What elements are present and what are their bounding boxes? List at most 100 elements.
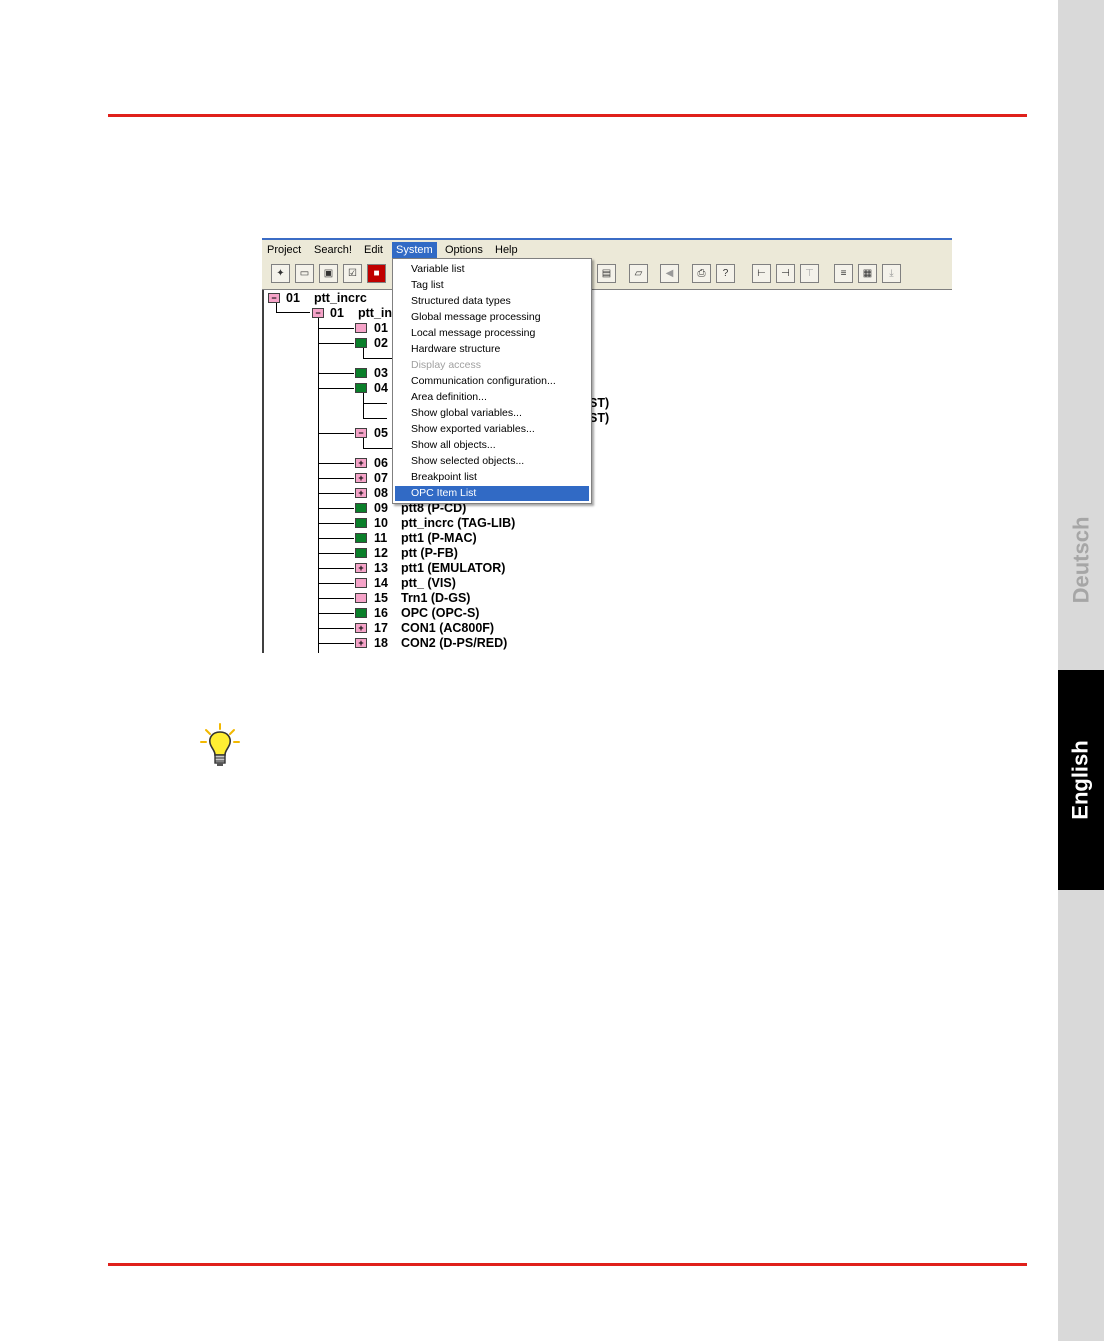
expand-icon[interactable]: +	[355, 563, 367, 573]
tree-row-number: 11	[374, 531, 388, 545]
back-arrow-icon[interactable]: ◀	[660, 264, 679, 283]
tree-row-label: ST)	[589, 396, 610, 410]
tree-row-label: CON2 (D-PS/RED)	[401, 636, 508, 650]
tree-row-label: OPC (OPC-S)	[401, 606, 480, 620]
stop-icon[interactable]: ■	[367, 264, 386, 283]
node-icon	[355, 548, 367, 558]
menu-help[interactable]: Help	[491, 242, 522, 258]
collapse-icon[interactable]: −	[312, 308, 324, 318]
tree-row-label: ptt1 (EMULATOR)	[401, 561, 506, 575]
tree-row-number: 05	[374, 426, 388, 440]
menu-item-opc-item-list[interactable]: OPC Item List	[395, 486, 589, 501]
save-icon[interactable]: ▣	[319, 264, 338, 283]
tree-row-number: 18	[374, 636, 388, 650]
check-icon[interactable]: ☑	[343, 264, 362, 283]
tree-collapse-icon[interactable]: ⊣	[776, 264, 795, 283]
node-icon	[355, 323, 367, 333]
sort-icon[interactable]: ≡	[834, 264, 853, 283]
menu-item-communication-configuration[interactable]: Communication configuration...	[395, 374, 589, 389]
node-icon	[355, 368, 367, 378]
menu-options[interactable]: Options	[441, 242, 487, 258]
tree-line	[318, 373, 354, 374]
tree-row-number: 12	[374, 546, 388, 560]
help-icon[interactable]: ?	[716, 264, 735, 283]
tree-row-number: 14	[374, 576, 388, 590]
menu-item-global-message-processing[interactable]: Global message processing	[395, 310, 589, 325]
expand-icon[interactable]: +	[355, 488, 367, 498]
menu-edit[interactable]: Edit	[360, 242, 387, 258]
expand-icon[interactable]: +	[355, 623, 367, 633]
comment-icon[interactable]: ▱	[629, 264, 648, 283]
tree-line	[318, 643, 354, 644]
tree-row-label: ptt_in	[358, 306, 393, 320]
tree-row-number: 16	[374, 606, 388, 620]
node-icon	[355, 383, 367, 393]
tree-row-label: ptt_incrc (TAG-LIB)	[401, 516, 516, 530]
menu-item-variable-list[interactable]: Variable list	[395, 262, 589, 277]
menu-system[interactable]: System	[392, 242, 437, 258]
tree-row-number: 07	[374, 471, 388, 485]
menu-item-show-selected-objects[interactable]: Show selected objects...	[395, 454, 589, 469]
tree-line	[318, 463, 354, 464]
tree-row-number: 08	[374, 486, 388, 500]
grid-icon[interactable]: ▦	[858, 264, 877, 283]
node-icon	[355, 608, 367, 618]
menu-item-tag-list[interactable]: Tag list	[395, 278, 589, 293]
expand-icon[interactable]: +	[355, 458, 367, 468]
menu-search[interactable]: Search!	[310, 242, 356, 258]
tree-line	[318, 343, 354, 344]
tree-expand-icon[interactable]: ⊢	[752, 264, 771, 283]
project-tree: − 01 ptt_incrc − 01 ptt_in 01 02 03 04−05 +0…	[262, 290, 952, 653]
side-tab-english[interactable]: English	[1058, 670, 1104, 890]
lightbulb-icon	[200, 723, 240, 766]
tree-row-number: 09	[374, 501, 388, 515]
download-icon[interactable]: ⤓	[882, 264, 901, 283]
tree-line	[363, 448, 393, 449]
menu-item-show-all-objects[interactable]: Show all objects...	[395, 438, 589, 453]
app-screenshot: Project Search! Edit System Options Help…	[262, 238, 952, 653]
tree-line	[363, 358, 393, 359]
tree-line	[363, 438, 364, 448]
tree-line	[318, 493, 354, 494]
menu-item-area-definition[interactable]: Area definition...	[395, 390, 589, 405]
new-project-icon[interactable]: ✦	[271, 264, 290, 283]
new-object-icon[interactable]: ▭	[295, 264, 314, 283]
tree-row-label: ptt_ (VIS)	[401, 576, 456, 590]
expand-icon[interactable]: +	[355, 473, 367, 483]
tree-row-number: 01	[286, 291, 300, 305]
node-icon	[355, 338, 367, 348]
node-icon	[355, 593, 367, 603]
menu-item-show-exported-variables[interactable]: Show exported variables...	[395, 422, 589, 437]
tree-line	[318, 553, 354, 554]
tree-line	[318, 433, 354, 434]
side-tab-deutsch-label: Deutsch	[1068, 516, 1094, 604]
tree-row-number: 01	[374, 321, 388, 335]
menu-item-breakpoint-list[interactable]: Breakpoint list	[395, 470, 589, 485]
tree-line	[318, 568, 354, 569]
tree-line	[318, 583, 354, 584]
tree-line	[363, 418, 387, 419]
tree-disabled-icon: ⊤	[800, 264, 819, 283]
side-tab-deutsch[interactable]: Deutsch	[1058, 0, 1104, 670]
menu-item-show-global-variables[interactable]: Show global variables...	[395, 406, 589, 421]
menu-item-structured-data-types[interactable]: Structured data types	[395, 294, 589, 309]
print-icon[interactable]: ⎙	[692, 264, 711, 283]
tree-row-label: ST)	[589, 411, 610, 425]
menu-project[interactable]: Project	[263, 242, 305, 258]
tree-row-number: 01	[330, 306, 344, 320]
tree-row-number: 10	[374, 516, 388, 530]
bottom-red-rule	[108, 1263, 1027, 1266]
menu-item-hardware-structure[interactable]: Hardware structure	[395, 342, 589, 357]
tree-line	[318, 523, 354, 524]
collapse-icon[interactable]: −	[355, 428, 367, 438]
tree-row-number: 13	[374, 561, 388, 575]
node-icon	[355, 503, 367, 513]
list-view-icon[interactable]: ▤	[597, 264, 616, 283]
expand-icon[interactable]: +	[355, 638, 367, 648]
toolbar: ✦ ▭ ▣ ☑ ■ ▤ ▱ ◀ ⎙ ? ⊢ ⊣ ⊤ ≡ ▦ ⤓	[262, 258, 952, 290]
tree-line	[276, 312, 310, 313]
tree-line	[318, 538, 354, 539]
collapse-icon[interactable]: −	[268, 293, 280, 303]
tree-line	[318, 328, 354, 329]
menu-item-local-message-processing[interactable]: Local message processing	[395, 326, 589, 341]
